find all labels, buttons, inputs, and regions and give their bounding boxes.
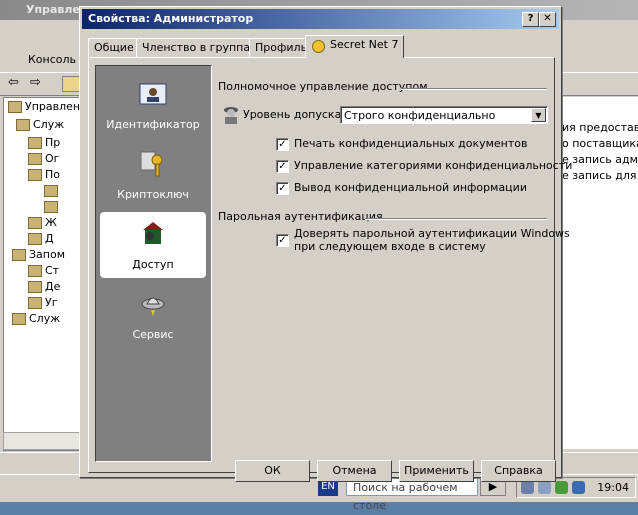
access-level-select[interactable]: Строго конфиденциально ▼	[340, 106, 548, 124]
nav-cryptokey[interactable]: Криптоключ	[100, 142, 206, 208]
tree-item[interactable]: Ог	[28, 152, 59, 168]
tree-item[interactable]: Ж	[28, 216, 57, 232]
folder-icon	[44, 185, 58, 197]
list-item[interactable]: о поставщика	[562, 137, 638, 150]
tree-item[interactable]: Пр	[28, 136, 60, 152]
tab-profile[interactable]: Профиль	[249, 38, 314, 57]
print-confidential-checkbox[interactable]: ✓	[276, 138, 289, 151]
ok-button[interactable]: ОК	[235, 460, 310, 482]
tree-item[interactable]: Управлен	[8, 100, 80, 116]
secretnet-tray-icon[interactable]	[555, 481, 568, 494]
secretnet-icon	[312, 40, 325, 53]
divider	[365, 218, 547, 220]
folder-icon	[44, 201, 58, 213]
key-icon	[140, 151, 163, 177]
disk-icon	[28, 297, 42, 309]
volume-icon[interactable]	[521, 481, 534, 494]
search-tray-icon[interactable]	[538, 481, 551, 494]
clock[interactable]: 19:04	[597, 481, 629, 494]
tree-item[interactable]: Уг	[28, 296, 57, 312]
output-confidential-checkbox[interactable]: ✓	[276, 182, 289, 195]
tab-general[interactable]: Общие	[88, 38, 140, 57]
close-button[interactable]: ✕	[539, 12, 556, 27]
secretnet-panel: Идентификатор Криптоключ Доступ Сервис П…	[88, 57, 572, 473]
help-button[interactable]: Справка	[481, 460, 556, 482]
horizontal-scrollbar[interactable]	[3, 432, 91, 450]
properties-dialog: Свойства: Администратор ? ✕ Общие Членст…	[79, 6, 572, 482]
manage-categories-checkbox[interactable]: ✓	[276, 160, 289, 173]
tree-item[interactable]: Запом	[12, 248, 65, 264]
tree-item[interactable]: Де	[28, 280, 60, 296]
folder-icon	[28, 153, 42, 165]
password-section-title: Парольная аутентификация	[218, 210, 383, 223]
nav-identifier[interactable]: Идентификатор	[100, 72, 206, 138]
chevron-down-icon[interactable]: ▼	[531, 108, 546, 122]
list-item[interactable]: ия предоставле	[562, 121, 638, 134]
users-icon	[28, 169, 42, 181]
divider	[401, 88, 547, 90]
details-list: ия предоставле о поставщика е запись адм…	[558, 97, 638, 449]
checkbox-label: Вывод конфиденциальной информации	[294, 181, 527, 194]
folder-icon	[28, 137, 42, 149]
checkbox-label-2: при следующем входе в систему	[294, 240, 486, 253]
defrag-icon	[28, 281, 42, 293]
tools-icon	[16, 119, 30, 131]
tab-secretnet[interactable]: Secret Net 7	[305, 35, 405, 58]
list-item[interactable]: е запись для .	[562, 169, 638, 182]
computer-icon	[8, 101, 22, 113]
tab-membership[interactable]: Членство в группах	[136, 38, 263, 57]
menu-console[interactable]: Консоль	[28, 53, 76, 66]
spy-agent-icon	[224, 107, 238, 124]
checkbox-label: Управление категориями конфиденциальност…	[294, 159, 573, 172]
storage-icon	[12, 249, 26, 261]
category-nav: Идентификатор Криптоключ Доступ Сервис	[95, 65, 212, 462]
access-section-title: Полномочное управление доступом	[218, 80, 428, 93]
tree-item[interactable]: Ст	[28, 264, 59, 280]
tree-item[interactable]: Д	[28, 232, 54, 248]
tree-item[interactable]: Служ	[16, 118, 64, 134]
trust-windows-auth-checkbox[interactable]: ✓	[276, 234, 289, 247]
list-item[interactable]: е запись адми	[562, 153, 638, 166]
forward-arrow-icon[interactable]: ⇨	[30, 75, 41, 90]
log-icon	[28, 217, 42, 229]
tree-item[interactable]	[44, 184, 61, 200]
service-bell-icon	[141, 297, 165, 316]
checkbox-label: Печать конфиденциальных документов	[294, 137, 528, 150]
nav-access[interactable]: Доступ	[100, 212, 206, 278]
cancel-button[interactable]: Отмена	[317, 460, 392, 482]
disk-icon	[28, 265, 42, 277]
dialog-titlebar: Свойства: Администратор ? ✕	[82, 9, 559, 29]
tree-item[interactable]: Служ	[12, 312, 60, 328]
id-card-icon	[139, 83, 167, 105]
help-title-button[interactable]: ?	[522, 12, 539, 27]
services-icon	[12, 313, 26, 325]
tree-item[interactable]	[44, 200, 61, 216]
up-folder-icon[interactable]	[62, 76, 80, 92]
access-level-label: Уровень допуска:	[243, 108, 346, 121]
back-arrow-icon[interactable]: ⇦	[8, 75, 19, 90]
device-icon	[28, 233, 42, 245]
tree-item[interactable]: По	[28, 168, 60, 184]
apply-button[interactable]: Применить	[399, 460, 474, 482]
network-tray-icon[interactable]	[572, 481, 585, 494]
nav-service[interactable]: Сервис	[100, 282, 206, 348]
checkbox-label: Доверять парольной аутентификации Window…	[294, 227, 570, 240]
access-guard-icon	[143, 222, 163, 244]
dialog-title: Свойства: Администратор	[88, 12, 254, 25]
